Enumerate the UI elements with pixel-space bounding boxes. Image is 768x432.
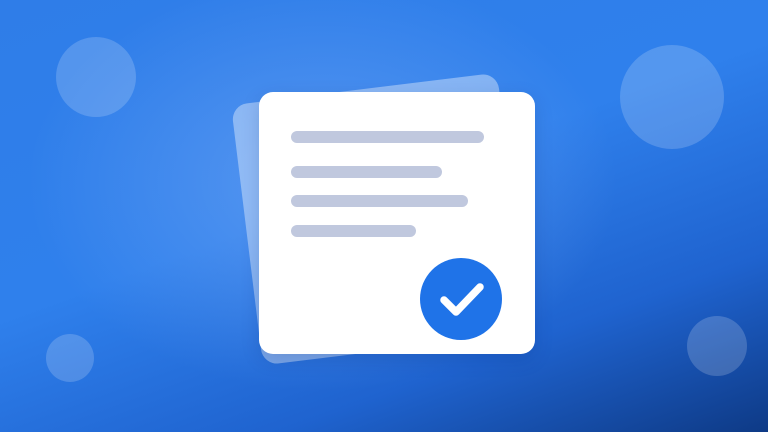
decorative-bubble bbox=[620, 45, 724, 149]
decorative-bubble bbox=[687, 316, 747, 376]
illustration-canvas bbox=[0, 0, 768, 432]
checkmark-icon bbox=[440, 283, 484, 316]
checkmark-badge bbox=[420, 258, 502, 340]
text-line-placeholder bbox=[291, 195, 468, 207]
text-line-placeholder bbox=[291, 225, 416, 237]
decorative-bubble bbox=[56, 37, 136, 117]
text-line-placeholder bbox=[291, 166, 442, 178]
text-line-placeholder bbox=[291, 131, 484, 143]
document-icon bbox=[259, 92, 535, 354]
decorative-bubble bbox=[46, 334, 94, 382]
